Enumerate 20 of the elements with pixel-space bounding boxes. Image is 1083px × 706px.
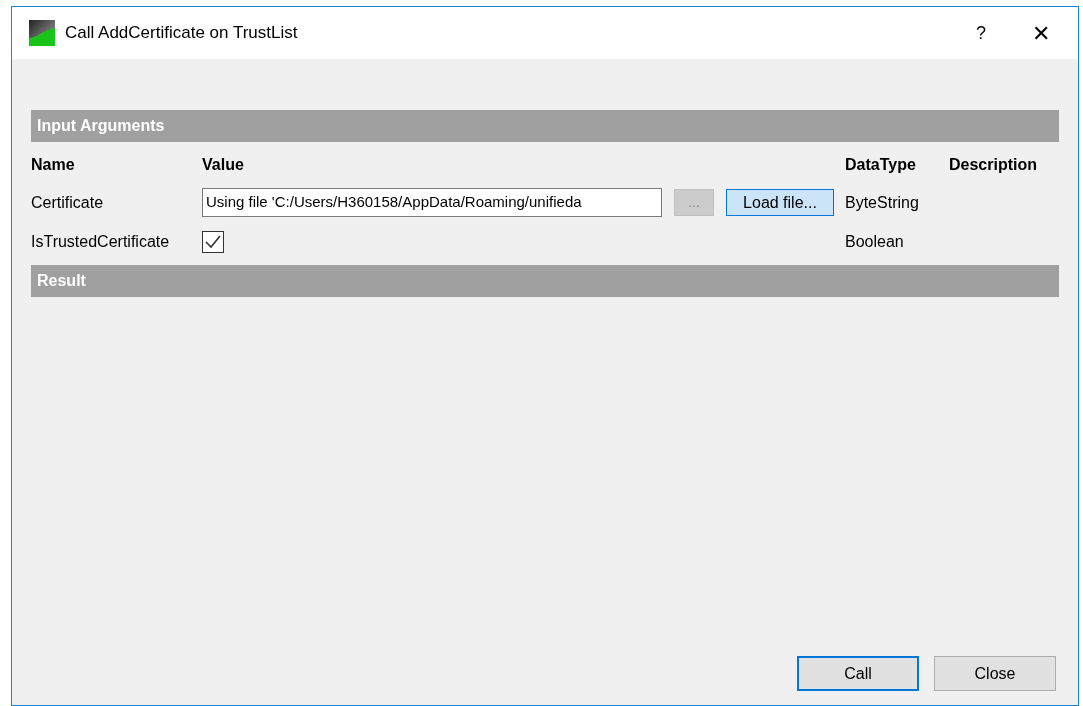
argument-name: IsTrustedCertificate [31,231,171,252]
checkbox[interactable] [202,230,224,253]
column-header: DataType [845,155,917,175]
window-title: Call AddCertificate on TrustList [65,22,298,45]
app-icon [29,20,55,46]
datatype-text: Boolean [845,231,905,252]
column-header: Description [949,155,1038,175]
argument-name: Certificate [31,192,105,213]
checkmark-icon [205,234,221,249]
section-header: Input Arguments [31,110,1059,142]
dialog-button[interactable]: Call [797,656,919,691]
datatype-text: ByteString [845,192,920,213]
close-button[interactable]: ✕ [1021,13,1061,53]
column-header: Value [202,155,245,175]
section-header: Result [31,265,1059,297]
file-path-field[interactable]: Using file 'C:/Users/H360158/AppData/Roaming/unifieda [202,188,662,217]
help-button[interactable]: ? [961,13,1001,53]
column-header: Name [31,155,76,175]
load-file-button[interactable]: Load file... [726,189,834,216]
dialog-button[interactable]: Close [934,656,1056,691]
